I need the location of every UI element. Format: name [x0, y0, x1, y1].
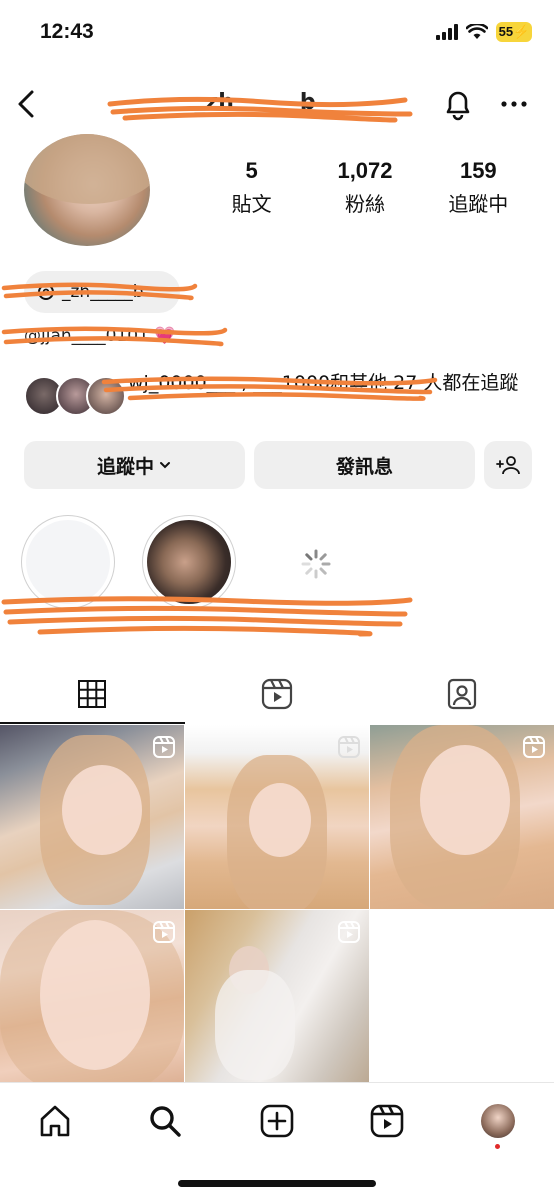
tab-reels[interactable] — [185, 664, 370, 724]
following-button-label: 追蹤中 — [96, 456, 154, 478]
followers-label: 粉絲 — [344, 192, 385, 216]
nav-create[interactable] — [257, 1101, 297, 1141]
grid-icon — [78, 680, 107, 708]
reels-icon — [261, 678, 293, 710]
posts-grid — [0, 725, 554, 1094]
wifi-icon — [466, 24, 488, 39]
profile-username: _zh______b — [194, 90, 316, 115]
reel-badge-icon — [153, 736, 175, 758]
threads-badge[interactable]: _zh_____b — [24, 271, 180, 313]
chevron-down-icon — [160, 462, 170, 469]
home-indicator — [178, 1180, 376, 1187]
highlight-cover — [147, 520, 231, 604]
post-image — [62, 765, 142, 855]
highlight-cover — [26, 520, 110, 604]
tagged-icon — [447, 678, 476, 710]
profile-avatar[interactable] — [24, 134, 150, 246]
story-highlight[interactable] — [142, 515, 236, 609]
story-highlight[interactable] — [21, 515, 115, 609]
profile-stats: 5 貼文 1,072 粉絲 159 追蹤中 — [195, 158, 535, 217]
nav-reels[interactable] — [367, 1101, 407, 1141]
search-icon — [150, 1106, 181, 1137]
signal-icon — [436, 24, 458, 40]
notification-dot — [495, 1144, 500, 1149]
home-icon — [40, 1105, 70, 1137]
following-count: 159 — [459, 158, 497, 183]
post-image — [215, 970, 295, 1080]
threads-handle: _zh_____b — [62, 282, 144, 302]
message-button[interactable]: 發訊息 — [254, 441, 475, 489]
tab-posts[interactable] — [0, 664, 185, 724]
back-icon — [18, 90, 34, 118]
nav-home[interactable] — [35, 1101, 75, 1141]
mutual-followers-text: wj_0000___ , ___1000和其他 27 人都在追蹤 — [128, 372, 519, 394]
post-thumbnail[interactable] — [370, 725, 554, 909]
bell-icon — [446, 91, 470, 121]
post-thumbnail[interactable] — [0, 910, 184, 1094]
reel-badge-icon — [523, 736, 545, 758]
heart-icon: 💗 — [154, 326, 176, 346]
following-button[interactable]: 追蹤中 — [24, 441, 245, 489]
nav-profile[interactable] — [478, 1101, 518, 1141]
add-person-icon — [496, 456, 520, 475]
bio-link[interactable]: @jjah____0101 💗 — [24, 326, 175, 346]
status-bar: 12:43 55⚡ — [0, 0, 554, 60]
notifications-button[interactable] — [440, 84, 476, 124]
reel-badge-icon — [153, 921, 175, 943]
status-time: 12:43 — [40, 20, 94, 43]
posts-label: 貼文 — [231, 192, 272, 216]
suggest-people-button[interactable] — [484, 441, 532, 489]
nav-search[interactable] — [145, 1101, 185, 1141]
post-thumbnail[interactable] — [185, 725, 369, 909]
mutual-avatar — [86, 376, 126, 416]
status-icons: 55⚡ — [436, 22, 532, 42]
mutual-followers[interactable]: wj_0000___ , ___1000和其他 27 人都在追蹤 — [24, 370, 534, 420]
profile-tabs — [0, 664, 554, 724]
more-options-button[interactable] — [496, 88, 532, 120]
avatar-hair — [24, 134, 150, 204]
threads-icon — [38, 284, 54, 300]
stat-followers[interactable]: 1,072 粉絲 — [310, 158, 420, 217]
post-thumbnail[interactable] — [185, 910, 369, 1094]
post-thumbnail[interactable] — [0, 725, 184, 909]
loading-spinner-icon — [301, 549, 331, 579]
back-button[interactable] — [10, 84, 46, 124]
profile-avatar-icon — [481, 1104, 515, 1138]
posts-count: 5 — [245, 158, 258, 183]
followers-count: 1,072 — [337, 158, 393, 183]
following-label: 追蹤中 — [448, 192, 509, 216]
battery-indicator: 55⚡ — [496, 22, 532, 42]
stat-following[interactable]: 159 追蹤中 — [423, 158, 533, 217]
create-icon — [260, 1104, 294, 1138]
stat-posts[interactable]: 5 貼文 — [197, 158, 307, 217]
more-icon — [501, 101, 527, 107]
post-image — [420, 745, 510, 855]
reels-icon — [370, 1104, 404, 1138]
reel-badge-icon — [338, 921, 360, 943]
profile-header: _zh______b — [0, 80, 554, 128]
reel-badge-icon — [338, 736, 360, 758]
message-button-label: 發訊息 — [335, 456, 393, 478]
post-image — [40, 920, 150, 1070]
tab-tagged[interactable] — [369, 664, 554, 724]
post-image — [249, 783, 311, 857]
